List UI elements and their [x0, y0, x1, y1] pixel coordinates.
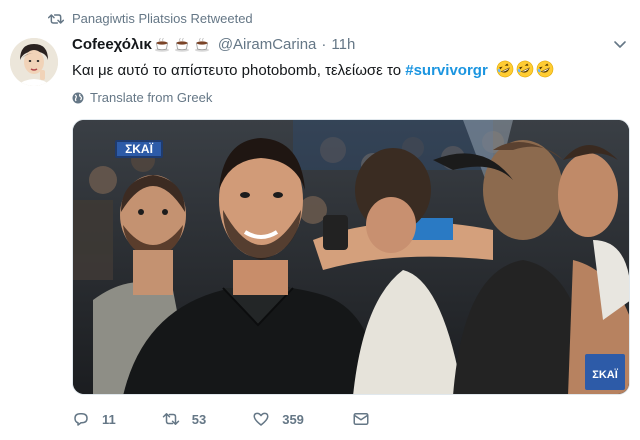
rolling-laughing-emoji — [496, 60, 514, 78]
globe-icon — [72, 92, 84, 103]
retweet-context[interactable]: Panagiwtis Pliatsios Retweeted — [48, 11, 253, 26]
hashtag-link[interactable]: #survivorgr — [405, 62, 488, 79]
avatar[interactable] — [10, 38, 58, 86]
rolling-laughing-emoji — [516, 60, 534, 78]
tweet-text: Και με αυτό το απίστευτο photobomb, τελε… — [72, 60, 556, 79]
chevron-down-icon[interactable] — [612, 36, 628, 52]
reply-button[interactable]: 11 — [72, 410, 116, 428]
retweet-icon — [162, 413, 179, 425]
envelope-icon — [353, 413, 369, 425]
retweet-count: 53 — [191, 411, 207, 427]
tweet-media[interactable]: ΣΚΑΪ ΣΚΑΪ — [72, 119, 630, 395]
display-name[interactable]: Cofeeχόλικ — [72, 36, 152, 53]
trailing-emojis — [496, 60, 556, 78]
avatar-image — [10, 38, 58, 86]
tweet-actions: 11 53 359 — [72, 410, 370, 428]
coffee-cup-icon — [194, 37, 209, 52]
user-handle[interactable]: @AiramCarina — [218, 36, 317, 53]
name-emojis — [154, 37, 214, 53]
channel-logo: ΣΚΑΪ — [125, 141, 154, 156]
coffee-cup-icon — [154, 37, 169, 52]
translate-link[interactable]: Translate from Greek — [72, 90, 212, 105]
direct-message-button[interactable] — [352, 410, 370, 428]
tweet-body: Και με αυτό το απίστευτο photobomb, τελε… — [72, 62, 406, 79]
translate-label: Translate from Greek — [90, 90, 213, 105]
like-button[interactable]: 359 — [252, 410, 304, 428]
tweet-timestamp[interactable]: 11h — [331, 36, 355, 53]
media-photo: ΣΚΑΪ ΣΚΑΪ — [73, 120, 629, 394]
reply-count: 11 — [102, 411, 116, 427]
heart-icon — [253, 412, 269, 426]
reply-icon — [74, 413, 88, 426]
coffee-cup-icon — [174, 37, 189, 52]
channel-logo-corner: ΣΚΑΪ — [592, 368, 618, 381]
tweet-header: Cofeeχόλικ @AiramCarina · 11h — [72, 36, 355, 53]
like-count: 359 — [282, 411, 304, 427]
retweet-label: Panagiwtis Pliatsios Retweeted — [72, 11, 253, 26]
retweet-icon — [48, 13, 64, 24]
retweet-button[interactable]: 53 — [162, 410, 206, 428]
header-separator: · — [321, 36, 327, 53]
rolling-laughing-emoji — [536, 60, 554, 78]
